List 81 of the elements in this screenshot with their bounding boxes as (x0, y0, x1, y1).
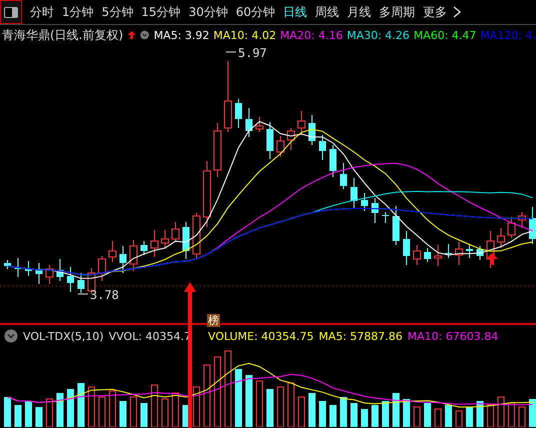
volume-indicator-title: VOL-TDX(5,10) (23, 330, 104, 342)
volume-indicator-value: VOLUME: 40354.75 (208, 330, 314, 342)
candlestick (203, 160, 211, 228)
candlestick (276, 136, 284, 158)
candlestick (403, 230, 410, 266)
candlestick (424, 248, 431, 262)
candlestick (150, 230, 158, 258)
candlestick (372, 198, 378, 224)
candlestick (350, 178, 358, 210)
period-tab[interactable]: 5分钟 (98, 4, 138, 20)
chevron-right-icon[interactable] (453, 6, 462, 18)
period-tab[interactable]: 分时 (26, 4, 58, 20)
moving-average-value: MA20: 4.16 (280, 28, 343, 42)
candlestick (308, 114, 316, 146)
high-price-label: 5.97 (238, 46, 267, 60)
dropdown-icon[interactable] (140, 28, 150, 42)
candlestick (392, 206, 400, 246)
candlestick (56, 258, 64, 282)
more-button[interactable]: 更多 (419, 4, 452, 20)
period-tab[interactable]: 周线 (311, 4, 344, 20)
up-arrow-icon (127, 28, 136, 42)
stock-title: 青海华鼎(日线.前复权) (2, 26, 124, 44)
candlestick (224, 60, 232, 132)
sidebar-icon (4, 6, 18, 18)
candlestick (4, 260, 11, 270)
candlestick (256, 116, 264, 132)
period-tab[interactable]: 1分钟 (58, 4, 98, 20)
candlestick (25, 260, 32, 276)
candlestick (455, 242, 463, 266)
candlestick (361, 192, 368, 212)
candlestick (508, 216, 516, 238)
period-tab[interactable]: 15分钟 (137, 4, 185, 20)
period-tab[interactable]: 日线 (279, 4, 312, 20)
candlestick (340, 162, 347, 190)
candlestick (497, 228, 505, 248)
candlestick (108, 240, 116, 262)
volume-indicator-value: MA5: 57887.86 (318, 330, 402, 342)
candlestick (36, 262, 42, 284)
candlestick (14, 258, 22, 278)
candlestick (319, 134, 326, 160)
candlestick (98, 256, 106, 282)
period-tab[interactable]: 多周期 (375, 4, 420, 20)
period-tab[interactable]: 60分钟 (232, 4, 280, 20)
volume-indicator-value: MA10: 67603.84 (408, 330, 498, 342)
moving-average-value: MA5: 3.92 (154, 28, 210, 42)
candlestick (382, 212, 389, 224)
period-tab[interactable]: 月线 (343, 4, 376, 20)
candlestick (78, 272, 84, 294)
candlestick (161, 230, 169, 250)
low-price-label: 3.78 (90, 288, 119, 302)
candlestick (266, 122, 274, 160)
panel-toggle-button[interactable] (0, 0, 22, 24)
ranking-badge: 榜 (207, 314, 220, 327)
candlestick (466, 244, 473, 258)
candlestick (246, 108, 252, 138)
candlestick (140, 240, 148, 256)
candlestick (214, 122, 222, 178)
candlestick (287, 128, 295, 150)
moving-average-value: MA10: 4.02 (213, 28, 276, 42)
candlestick (67, 266, 74, 292)
candlestick (330, 144, 336, 178)
candlestick (46, 264, 54, 284)
dropdown-icon[interactable] (4, 329, 18, 343)
candlestick (529, 206, 536, 244)
period-tab[interactable]: 30分钟 (184, 4, 232, 20)
candlestick (130, 240, 138, 272)
candlestick (120, 246, 126, 274)
moving-average-value: MA120: 4. (480, 28, 536, 42)
candlestick (413, 244, 421, 266)
candlestick (434, 244, 442, 266)
candlestick (445, 244, 452, 258)
candlestick (235, 98, 242, 128)
candlestick (298, 110, 306, 136)
up-arrow-icon (486, 253, 498, 265)
moving-average-value: MA30: 4.26 (346, 28, 410, 42)
candlestick (476, 246, 484, 260)
candlestick (192, 212, 200, 260)
candlestick (182, 222, 190, 260)
moving-average-value: MA60: 4.47 (414, 28, 476, 42)
candlestick (518, 212, 526, 228)
candlestick (172, 222, 180, 242)
